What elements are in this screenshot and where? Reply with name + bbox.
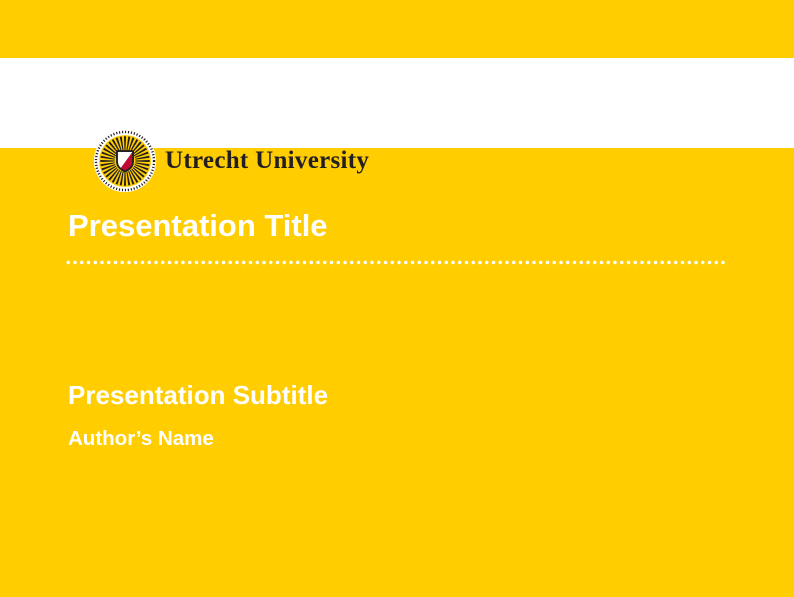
logo-band: Utrecht University (0, 58, 794, 148)
university-wordmark: Utrecht University (165, 148, 369, 173)
presentation-subtitle: Presentation Subtitle (68, 382, 328, 408)
title-separator-dotted-line (66, 259, 730, 266)
title-slide: Utrecht University Presentation Title Pr… (0, 0, 794, 597)
university-sun-logo-icon (92, 128, 158, 194)
utrecht-shield (117, 151, 133, 171)
presentation-title: Presentation Title (68, 210, 328, 241)
author-name: Author’s Name (68, 429, 214, 450)
